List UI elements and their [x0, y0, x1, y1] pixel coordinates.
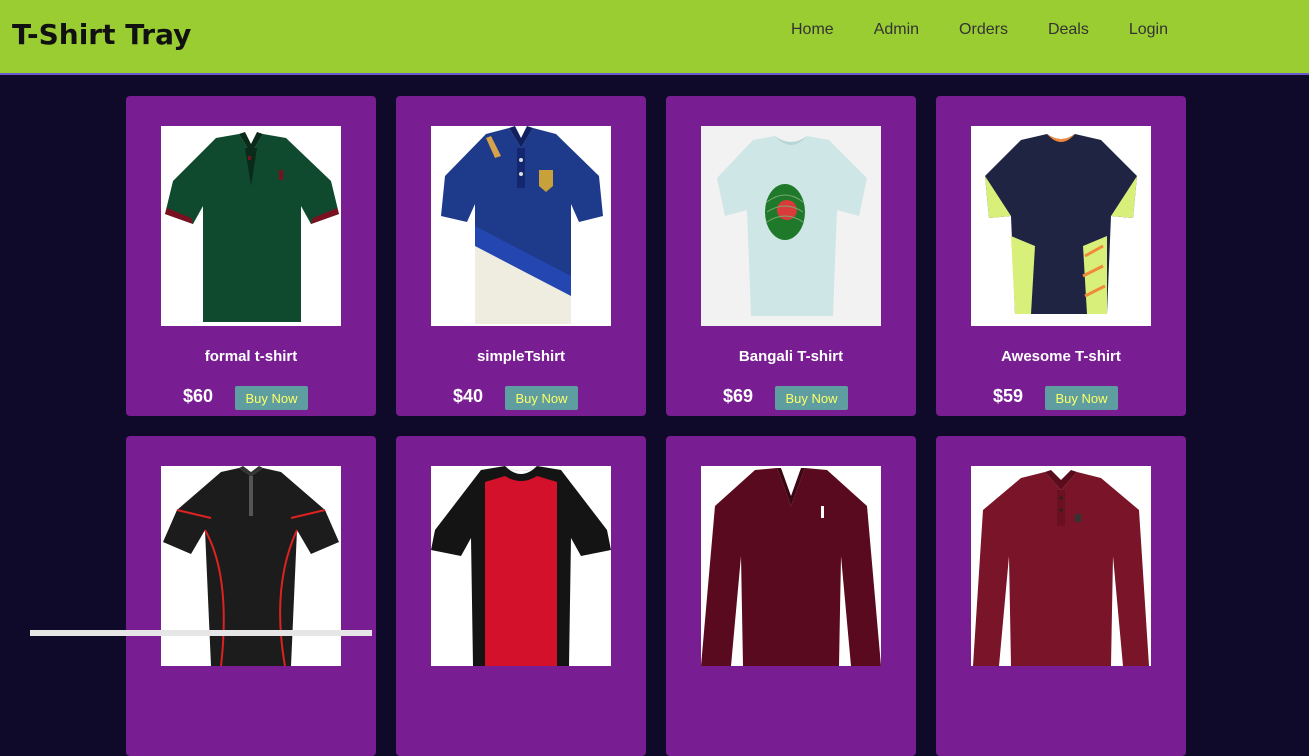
light-tee-flag-fingerprint-icon: [701, 126, 881, 326]
green-polo-shirt-icon: [165, 132, 339, 322]
product-image: [431, 466, 611, 666]
navy-lime-sports-jersey-icon: [985, 134, 1137, 314]
product-card: [126, 436, 376, 756]
product-card: [666, 436, 916, 756]
product-price: $40: [453, 386, 484, 406]
nav-orders-link[interactable]: Orders: [959, 21, 1008, 39]
horizontal-scrollbar[interactable]: [30, 630, 372, 636]
buy-now-button[interactable]: Buy Now: [505, 386, 578, 410]
product-name: formal t-shirt: [204, 348, 298, 365]
product-price: $60: [183, 386, 214, 406]
product-card: simpleTshirt $40 Buy Now: [396, 96, 646, 416]
product-price: $69: [723, 386, 754, 406]
product-name: simpleTshirt: [476, 348, 566, 365]
product-card: [396, 436, 646, 756]
nav-menu: Home Admin Orders Deals Login: [791, 21, 1208, 39]
product-grid: formal t-shirt $60 Buy Now simpleTshirt …: [126, 96, 1186, 756]
buy-now-button[interactable]: Buy Now: [1045, 386, 1118, 410]
product-image: [431, 126, 611, 326]
nav-deals-link[interactable]: Deals: [1048, 21, 1089, 39]
red-black-tee-icon: [431, 466, 611, 666]
buy-now-button[interactable]: Buy Now: [775, 386, 848, 410]
brand-title[interactable]: T-Shirt Tray: [12, 18, 191, 51]
buy-now-button[interactable]: Buy Now: [235, 386, 308, 410]
product-card: formal t-shirt $60 Buy Now: [126, 96, 376, 416]
black-compression-shirt-icon: [163, 466, 339, 666]
product-image: [161, 126, 341, 326]
product-image: [701, 126, 881, 326]
product-card: Awesome T-shirt $59 Buy Now: [936, 96, 1186, 416]
product-name: Bangali T-shirt: [738, 348, 844, 365]
nav-home-link[interactable]: Home: [791, 21, 834, 39]
nav-admin-link[interactable]: Admin: [874, 21, 919, 39]
product-price: $59: [993, 386, 1024, 406]
nav-login-link[interactable]: Login: [1129, 21, 1168, 39]
blue-white-polo-shirt-icon: [441, 126, 603, 324]
maroon-vneck-sweater-icon: [701, 468, 881, 666]
navbar: T-Shirt Tray Home Admin Orders Deals Log…: [0, 0, 1309, 75]
product-image: [971, 466, 1151, 666]
product-image: [971, 126, 1151, 326]
maroon-long-sleeve-polo-icon: [973, 470, 1149, 666]
product-card: [936, 436, 1186, 756]
product-name: Awesome T-shirt: [1001, 348, 1121, 365]
product-image: [701, 466, 881, 666]
product-image: [161, 466, 341, 666]
product-card: Bangali T-shirt $69 Buy Now: [666, 96, 916, 416]
